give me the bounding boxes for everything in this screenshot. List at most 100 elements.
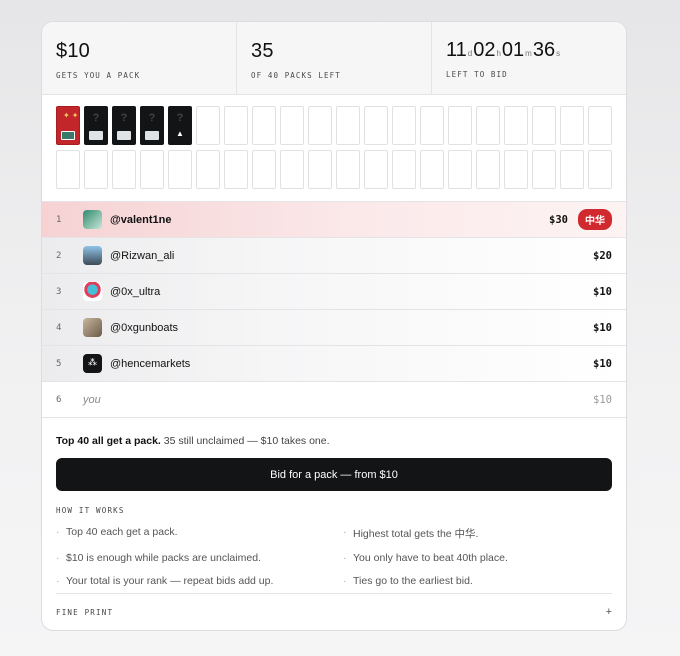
pack-slot: [140, 150, 164, 189]
summary-strong: Top 40 all get a pack.: [56, 435, 161, 447]
pack-slot: [196, 106, 220, 145]
leaderboard-row: 5 ⁂ @hencemarkets $10: [42, 346, 626, 382]
packs-left-label: OF 40 PACKS LEFT: [251, 71, 341, 80]
rule-item: · $10 is enough while packs are unclaimed…: [56, 552, 343, 564]
pack-slot: [84, 150, 108, 189]
pack-slot: [588, 106, 612, 145]
user-handle: @0x_ultra: [110, 285, 161, 298]
packs-left-stat: 35 OF 40 PACKS LEFT: [237, 22, 432, 94]
time-left-stat: 11 d 02 h 01 m 36 s LEFT TO BID: [432, 22, 626, 94]
user-handle: @Rizwan_ali: [110, 249, 175, 262]
rule-text: Top 40 each get a pack.: [66, 526, 178, 538]
leaderboard-row: 2 @Rizwan_ali $20: [42, 238, 626, 274]
bullet-icon: ·: [343, 526, 347, 538]
pack-slot: [280, 150, 304, 189]
bid-button[interactable]: Bid for a pack — from $10: [56, 458, 612, 491]
user-handle: @0xgunboats: [110, 321, 179, 334]
price-label: GETS YOU A PACK: [56, 71, 141, 80]
pack-slot: ?: [84, 106, 108, 145]
bid-amount: $10: [593, 285, 612, 298]
bid-amount: $30: [549, 213, 568, 226]
pack-slot: ✦✦: [56, 106, 80, 145]
summary-text: Top 40 all get a pack. 35 still unclaime…: [42, 418, 626, 447]
user-handle: @valent1ne: [110, 213, 172, 226]
pack-slot: [532, 150, 556, 189]
pack-slot: [532, 106, 556, 145]
rank: 3: [56, 286, 62, 297]
leaderboard-row: 4 @0xgunboats $10: [42, 310, 626, 346]
pack-slot: [224, 106, 248, 145]
avatar: [83, 246, 102, 265]
price-value: $10: [56, 40, 90, 62]
pack-slot: ? ▲: [168, 106, 192, 145]
pack-slot: [364, 106, 388, 145]
countdown-seconds-unit: s: [556, 49, 561, 58]
pack-slot: [308, 106, 332, 145]
pack-slot: [560, 106, 584, 145]
pack-slot: [448, 150, 472, 189]
user-handle: @hencemarkets: [110, 357, 191, 370]
pack-slot: [560, 150, 584, 189]
rule-text: Highest total gets the 中华.: [353, 528, 479, 540]
rank: 4: [56, 322, 62, 333]
leaderboard-row: 1 @valent1ne $30 中华: [42, 202, 626, 238]
bullet-icon: ·: [56, 575, 60, 587]
prize-badge: 中华: [578, 209, 612, 230]
pack-slot: [504, 150, 528, 189]
fine-print-toggle[interactable]: FINE PRINT +: [56, 593, 612, 630]
pack-slot: [392, 150, 416, 189]
pack-slot: [420, 150, 444, 189]
rule-item: · You only have to beat 40th place.: [343, 552, 612, 564]
rule-text: You only have to beat 40th place.: [353, 552, 508, 564]
pack-slot: [252, 150, 276, 189]
pack-slot: [308, 150, 332, 189]
pack-slot: [168, 150, 192, 189]
pack-slot: [392, 106, 416, 145]
avatar: [83, 282, 102, 301]
avatar: [83, 318, 102, 337]
rule-item: · Your total is your rank — repeat bids a…: [56, 575, 343, 587]
rank: 1: [56, 214, 62, 225]
leaderboard: 1 @valent1ne $30 中华 2 @Rizwan_ali $20 3 @0x_ultr…: [42, 202, 626, 418]
bid-amount: $10: [593, 357, 612, 370]
countdown-hours: 02: [473, 39, 496, 61]
time-left-label: LEFT TO BID: [446, 70, 508, 79]
rank: 2: [56, 250, 62, 261]
pack-slot: [336, 106, 360, 145]
pack-slot: ?: [140, 106, 164, 145]
leaderboard-row-you: 6 you $10: [42, 382, 626, 418]
countdown-hours-unit: h: [496, 49, 501, 58]
pack-slot: [420, 106, 444, 145]
countdown-days-unit: d: [467, 49, 473, 58]
pack-slot: [504, 106, 528, 145]
fine-print-title: FINE PRINT: [56, 607, 114, 617]
rule-item: · Highest total gets the 中华.: [343, 526, 612, 541]
rank: 6: [56, 394, 62, 405]
expand-plus-icon: +: [605, 606, 612, 618]
bullet-icon: ·: [56, 526, 60, 538]
bid-amount: $10: [593, 393, 612, 406]
how-it-works-title: HOW IT WORKS: [56, 506, 125, 515]
rule-text: $10 is enough while packs are unclaimed.: [66, 552, 261, 564]
pack-slot: [588, 150, 612, 189]
countdown-days: 11: [446, 39, 467, 61]
rank: 5: [56, 358, 62, 369]
pack-slot: [448, 106, 472, 145]
pack-slot: [476, 106, 500, 145]
avatar: [83, 210, 102, 229]
bullet-icon: ·: [343, 575, 347, 587]
pack-slot: [280, 106, 304, 145]
packs-left-value: 35: [251, 40, 274, 62]
bid-amount: $10: [593, 321, 612, 334]
packs-grid: ✦✦???? ▲: [42, 95, 626, 202]
stats-bar: $10 GETS YOU A PACK 35 OF 40 PACKS LEFT …: [42, 22, 626, 95]
bullet-icon: ·: [343, 552, 347, 564]
pack-slot: [196, 150, 220, 189]
pack-slot: [224, 150, 248, 189]
rule-item: · Top 40 each get a pack.: [56, 526, 343, 541]
how-it-works-rules: · Top 40 each get a pack. · Highest total g…: [42, 515, 626, 587]
rule-text: Your total is your rank — repeat bids ad…: [66, 575, 274, 587]
pack-slot: [252, 106, 276, 145]
pack-slot: [112, 150, 136, 189]
bid-amount: $20: [593, 249, 612, 262]
